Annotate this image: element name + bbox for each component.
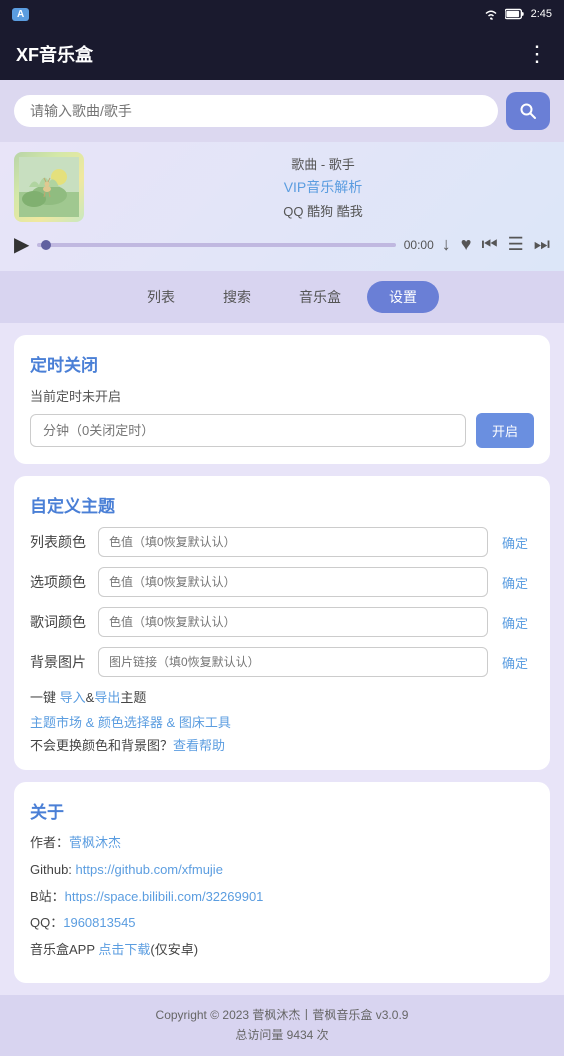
search-input-wrap [14,95,498,127]
battery-icon [505,8,525,20]
album-art [14,152,84,222]
top-bar: XF音乐盒 ⋮ [0,28,564,80]
github-row: Github: https://github.com/xfmujie [30,860,534,881]
like-icon[interactable]: ♥ [461,234,472,255]
status-bar: A 2:45 [0,0,564,28]
footer-visits: 总访问量 9434 次 [10,1025,554,1045]
app-title: XF音乐盒 [16,41,93,67]
import-export-row: 一键 导入&导出主题 [30,687,534,706]
color-picker-link[interactable]: 颜色选择器 [98,715,163,730]
bedtool-link[interactable]: 图床工具 [179,715,231,730]
help-link[interactable]: 查看帮助 [173,738,225,753]
qq-row: QQ：1960813545 [30,913,534,934]
vip-text: VIP音乐解析 [96,177,550,197]
timer-title: 定时关闭 [30,351,534,376]
option-color-label: 选项颜色 [30,572,90,592]
import-link[interactable]: 导入 [60,690,86,705]
status-left: A [12,8,29,21]
control-icons: ↓ ♥ ⏮ ☰ ⏭ [442,234,550,255]
timer-card: 定时关闭 当前定时未开启 开启 [14,335,550,464]
bg-image-row: 背景图片 确定 [30,647,534,677]
app-download-row: 音乐盒APP 点击下载(仅安卓) [30,940,534,961]
lyrics-color-row: 歌词颜色 确定 [30,607,534,637]
theme-suffix: 主题 [120,690,146,705]
author-prefix: 作者： [30,835,69,850]
help-row: 不会更换颜色和背景图？查看帮助 [30,735,534,754]
market-link[interactable]: 主题市场 & [30,715,98,730]
bilibili-row: B站：https://space.bilibili.com/32269901 [30,887,534,908]
download-icon[interactable]: ↓ [442,234,451,255]
list-color-label: 列表颜色 [30,532,90,552]
tab-musicbox[interactable]: 音乐盒 [277,281,363,313]
timer-enable-button[interactable]: 开启 [476,413,534,448]
bilibili-prefix: B站： [30,889,65,904]
play-button[interactable]: ▶ [14,232,29,257]
theme-card: 自定义主题 列表颜色 确定 选项颜色 确定 歌词颜色 确定 背景图片 确定 一键… [14,476,550,770]
main-content: 定时关闭 当前定时未开启 开启 自定义主题 列表颜色 确定 选项颜色 确定 歌词… [0,323,564,995]
app-prefix: 音乐盒APP [30,942,98,957]
and-text: & [86,690,95,705]
search-area [0,80,564,142]
bg-image-label: 背景图片 [30,652,90,672]
player-info: 歌曲 - 歌手 VIP音乐解析 QQ 酷狗 酷我 [96,154,550,220]
player-area: 歌曲 - 歌手 VIP音乐解析 QQ 酷狗 酷我 ▶ 00:00 ↓ ♥ ⏮ ☰… [0,142,564,271]
bg-image-input[interactable] [98,647,488,677]
footer: Copyright © 2023 菅枫沐杰丨菅枫音乐盒 v3.0.9 总访问量 … [0,995,564,1056]
timer-input[interactable] [30,414,466,447]
player-controls: ▶ 00:00 ↓ ♥ ⏮ ☰ ⏭ [14,228,550,261]
lyrics-color-input[interactable] [98,607,488,637]
bilibili-link[interactable]: https://space.bilibili.com/32269901 [65,889,264,904]
import-export-prefix: 一键 [30,690,60,705]
lyrics-color-label: 歌词颜色 [30,612,90,632]
author-row: 作者：菅枫沐杰 [30,833,534,854]
playlist-icon[interactable]: ☰ [508,234,524,255]
progress-dot [41,240,51,250]
download-link[interactable]: 点击下载 [98,942,150,957]
time-display: 00:00 [404,238,434,252]
app-icon: A [12,8,29,21]
theme-title: 自定义主题 [30,492,534,517]
tab-settings[interactable]: 设置 [367,281,439,313]
player-top: 歌曲 - 歌手 VIP音乐解析 QQ 酷狗 酷我 [14,152,550,222]
download-suffix: (仅安卓) [150,942,198,957]
tab-list[interactable]: 列表 [125,281,197,313]
tabs-area: 列表 搜索 音乐盒 设置 [0,271,564,323]
search-icon [519,102,537,120]
prev-icon[interactable]: ⏮ [481,234,497,255]
github-link[interactable]: https://github.com/xfmujie [76,862,223,877]
export-link[interactable]: 导出 [94,690,120,705]
status-right: 2:45 [483,8,552,20]
footer-copyright: Copyright © 2023 菅枫沐杰丨菅枫音乐盒 v3.0.9 [10,1005,554,1025]
next-icon[interactable]: ⏭ [534,234,550,255]
song-title: 歌曲 - 歌手 [96,154,550,173]
qq-prefix: QQ： [30,915,63,930]
author-link[interactable]: 菅枫沐杰 [69,835,121,850]
option-color-input[interactable] [98,567,488,597]
list-color-row: 列表颜色 确定 [30,527,534,557]
timer-status: 当前定时未开启 [30,386,534,405]
search-button[interactable] [506,92,550,130]
list-color-confirm[interactable]: 确定 [496,529,534,556]
lyrics-color-confirm[interactable]: 确定 [496,609,534,636]
option-color-row: 选项颜色 确定 [30,567,534,597]
option-color-confirm[interactable]: 确定 [496,569,534,596]
qq-link[interactable]: 1960813545 [63,915,135,930]
github-prefix: Github: [30,862,76,877]
tab-search[interactable]: 搜索 [201,281,273,313]
list-color-input[interactable] [98,527,488,557]
search-input[interactable] [30,103,482,119]
about-card: 关于 作者：菅枫沐杰 Github: https://github.com/xf… [14,782,550,983]
progress-bar[interactable] [37,243,395,247]
platform-icons: QQ 酷狗 酷我 [96,201,550,220]
time-display: 2:45 [531,8,552,20]
bg-image-confirm[interactable]: 确定 [496,649,534,676]
market-and: & [163,715,179,730]
wifi-icon [483,8,499,20]
more-icon[interactable]: ⋮ [526,41,548,67]
market-row: 主题市场 & 颜色选择器 & 图床工具 [30,712,534,731]
no-change-text: 不会更换颜色和背景图？ [30,738,173,753]
about-title: 关于 [30,798,534,823]
timer-row: 开启 [30,413,534,448]
